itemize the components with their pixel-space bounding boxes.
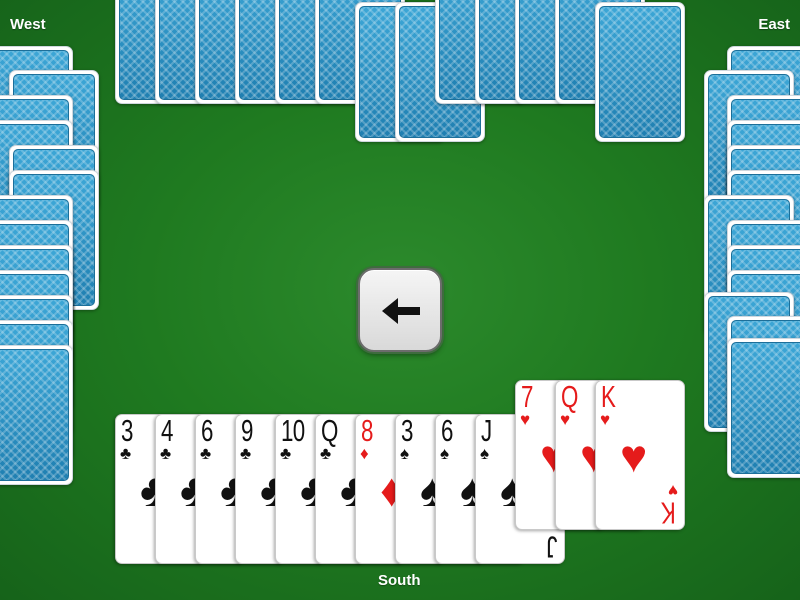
card-rank: Q	[561, 380, 578, 414]
card-rank: Q	[321, 414, 338, 448]
card-suit-icon: ♥	[520, 410, 531, 429]
card-rank: 8	[361, 414, 373, 448]
card-rank: 3	[121, 414, 133, 448]
arrow-left-icon	[382, 298, 420, 324]
card-suit-icon: ♣	[160, 444, 172, 463]
west-card-back	[0, 345, 73, 485]
south-card[interactable]: K ♥ ♥ K ♥	[595, 380, 685, 530]
south-seat-label: South	[378, 572, 421, 589]
card-suit-icon: ♣	[320, 444, 332, 463]
east-card-back	[727, 338, 800, 478]
card-rank: 7	[521, 380, 533, 414]
card-suit-icon: ♣	[280, 444, 292, 463]
card-suit-icon: ♦	[360, 444, 369, 463]
card-rank: 10	[281, 414, 305, 448]
card-suit-icon: ♣	[240, 444, 252, 463]
card-rank: 3	[401, 414, 413, 448]
card-rank: 4	[161, 414, 173, 448]
card-suit-icon: ♠	[480, 444, 490, 463]
east-seat-label: East	[758, 16, 790, 33]
undo-button[interactable]	[358, 268, 442, 352]
card-suit-icon: ♥	[560, 410, 571, 429]
card-suit-icon: ♠	[440, 444, 450, 463]
card-center-suit-icon: ♥	[620, 430, 648, 482]
card-rank: 6	[201, 414, 213, 448]
card-rank: K	[601, 380, 616, 414]
card-suit-icon: ♣	[120, 444, 132, 463]
card-suit-corner-icon: ♥	[667, 481, 678, 500]
card-suit-icon: ♥	[600, 410, 611, 429]
card-rank-corner: J	[545, 530, 557, 564]
card-suit-icon: ♠	[400, 444, 410, 463]
card-rank: 9	[241, 414, 253, 448]
north-card-back	[595, 2, 685, 142]
card-suit-icon: ♣	[200, 444, 212, 463]
card-rank-corner: K	[661, 496, 677, 530]
card-rank: 6	[441, 414, 453, 448]
card-rank: J	[481, 414, 492, 448]
west-seat-label: West	[10, 16, 46, 33]
